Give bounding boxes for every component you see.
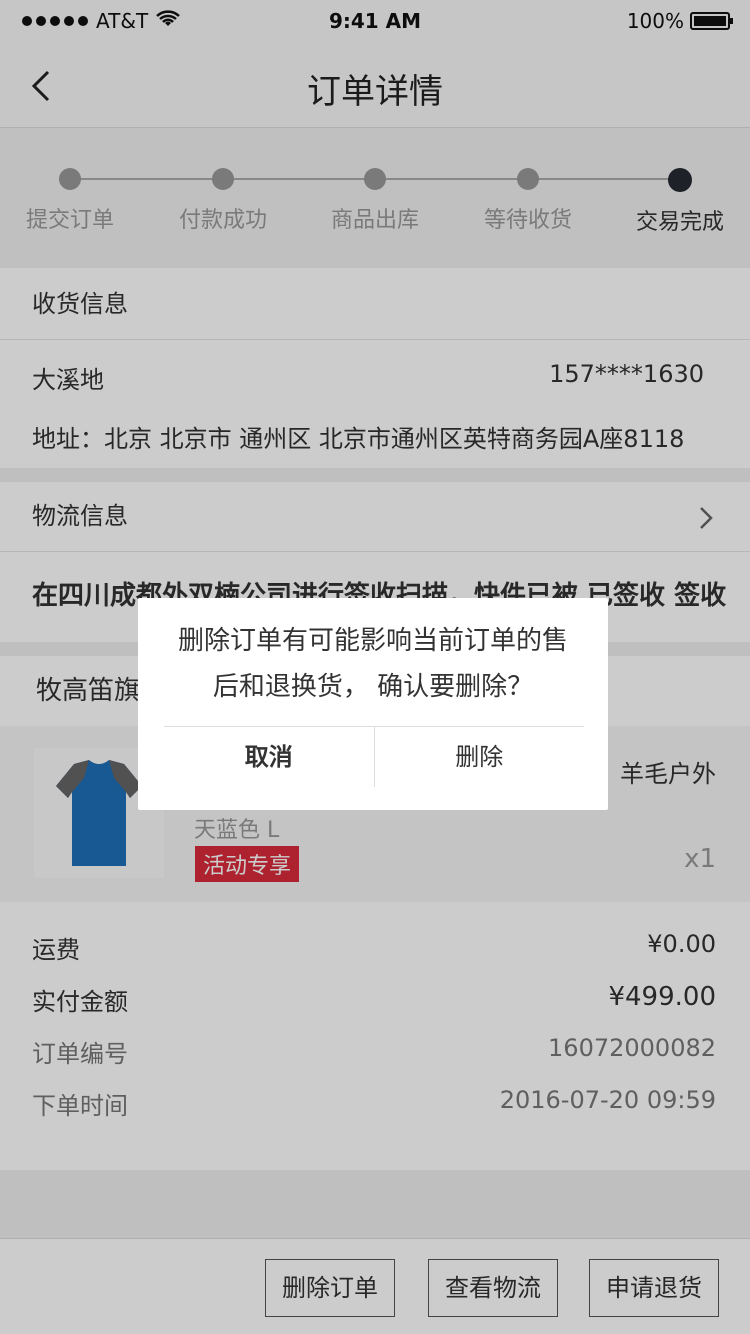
delete-confirm-dialog: 删除订单有可能影响当前订单的售后和退换货， 确认要删除？ 取消 删除 <box>138 598 608 810</box>
confirm-delete-button[interactable]: 删除 <box>375 727 585 787</box>
dialog-buttons: 取消 删除 <box>164 727 584 787</box>
dialog-message: 删除订单有可能影响当前订单的售后和退换货， 确认要删除？ <box>177 626 568 702</box>
cancel-button[interactable]: 取消 <box>164 727 375 787</box>
